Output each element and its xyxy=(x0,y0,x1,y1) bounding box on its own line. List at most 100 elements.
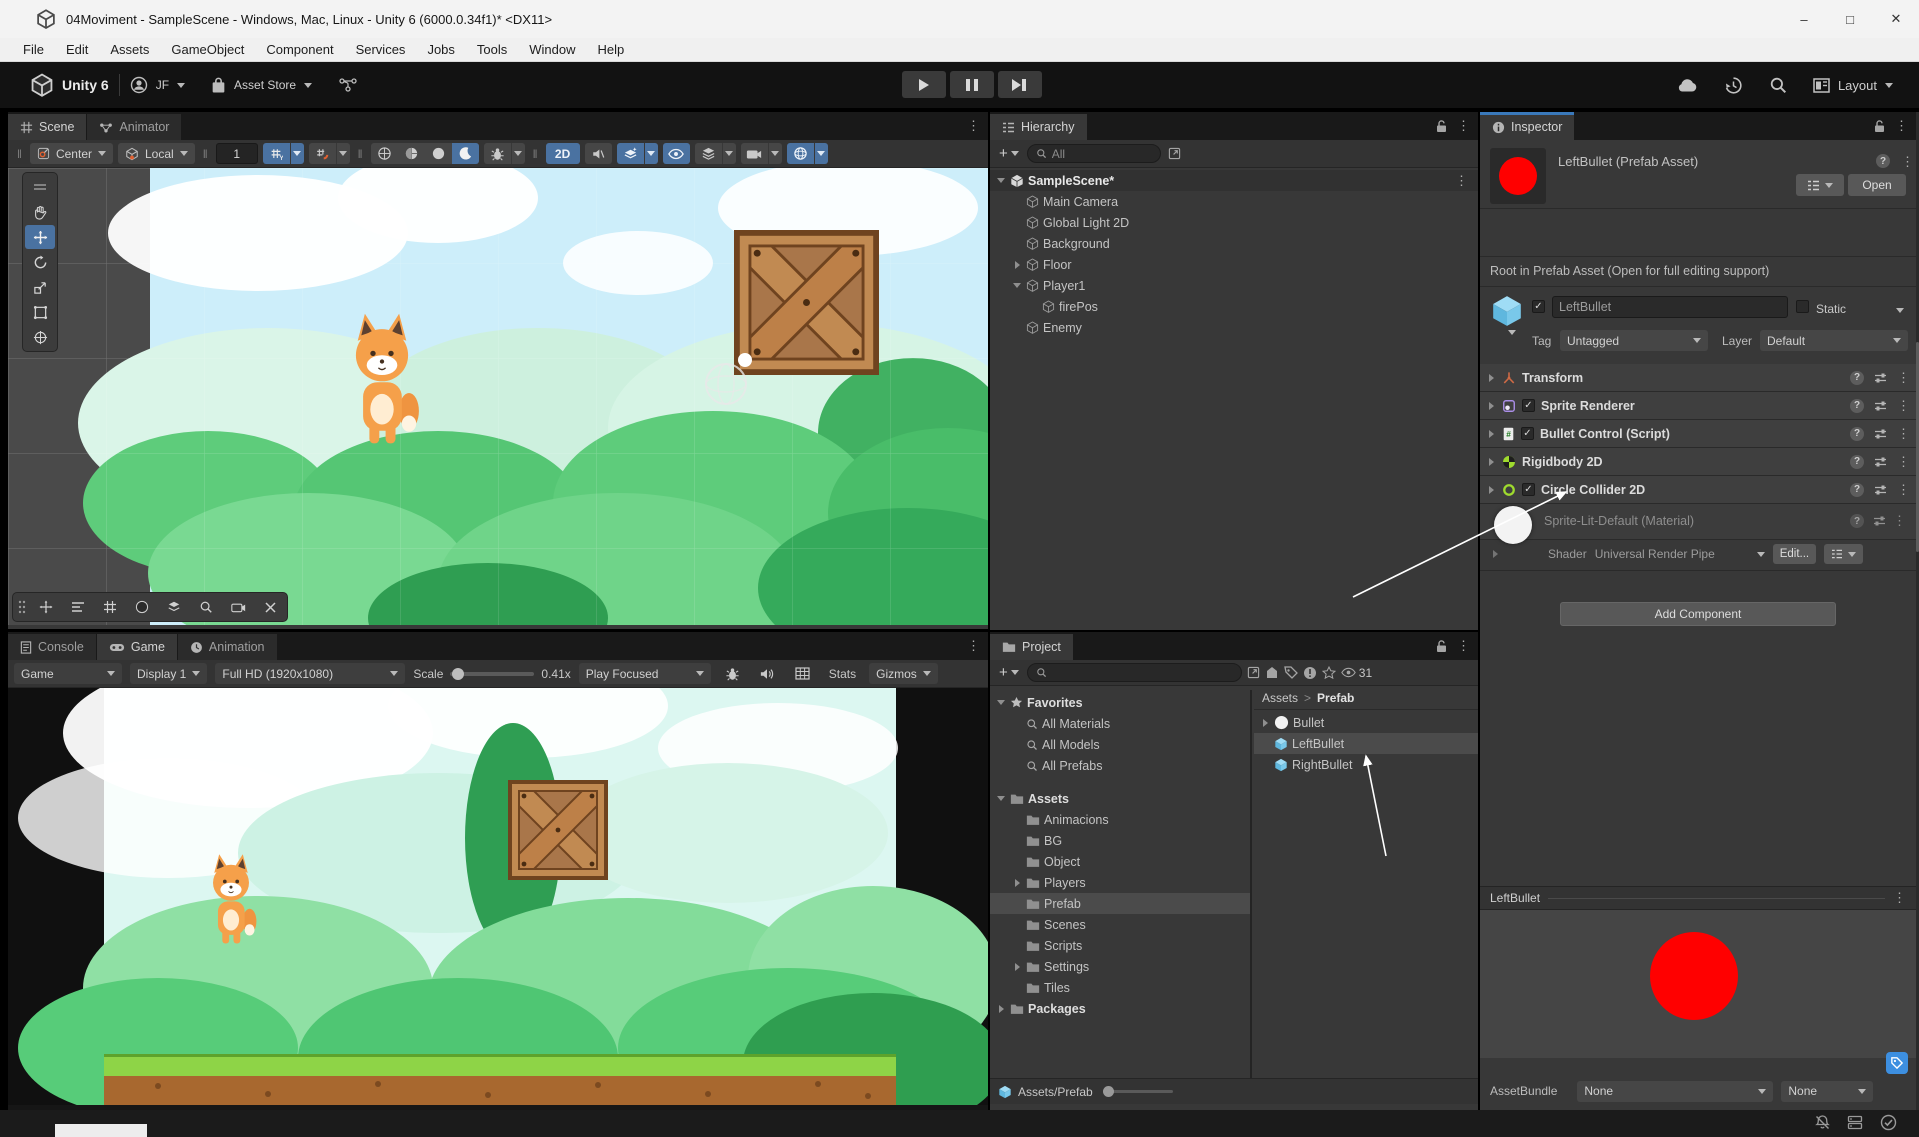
cloud-icon[interactable] xyxy=(1676,77,1698,93)
play-focused-dropdown[interactable]: Play Focused xyxy=(579,663,711,684)
add-object-dropdown[interactable]: + xyxy=(996,145,1022,162)
layers-button[interactable] xyxy=(695,143,722,164)
progress-check-icon[interactable] xyxy=(1880,1114,1897,1131)
alert-icon[interactable] xyxy=(1303,666,1317,680)
menu-services[interactable]: Services xyxy=(345,42,417,57)
gizmos-globe-caret[interactable] xyxy=(814,143,828,164)
scene-tab-scene[interactable]: Scene xyxy=(8,114,87,140)
hierarchy-searchbox[interactable] xyxy=(1027,144,1161,163)
active-checkbox[interactable]: ✓ xyxy=(1532,300,1545,313)
hierarchy-item-floor[interactable]: Floor xyxy=(990,254,1478,275)
favorite-star-icon[interactable] xyxy=(1322,666,1336,680)
shader-edit-button[interactable]: Edit... xyxy=(1773,544,1816,564)
breadcrumb-prefab[interactable]: Prefab xyxy=(1317,691,1354,705)
expander-icon[interactable] xyxy=(996,1004,1006,1014)
menu-edit[interactable]: Edit xyxy=(55,42,99,57)
project-asset-bullet[interactable]: Bullet xyxy=(1254,712,1478,733)
hierarchy-item-player1[interactable]: Player1 xyxy=(990,275,1478,296)
project-search-input[interactable] xyxy=(1052,666,1233,680)
account-dropdown[interactable]: JF xyxy=(130,76,185,94)
component-circle-collider-2d[interactable]: ✓Circle Collider 2D?⋮ xyxy=(1480,476,1916,504)
expander-icon[interactable] xyxy=(996,176,1006,186)
hierarchy-item-samplescene[interactable]: SampleScene*⋮ xyxy=(990,170,1478,191)
help-icon[interactable]: ? xyxy=(1850,371,1864,385)
sphere-subtool[interactable] xyxy=(127,595,157,619)
gizmos-dropdown[interactable]: Gizmos xyxy=(869,663,938,684)
snap-grid-y-button[interactable]: Y xyxy=(263,143,290,164)
lock-icon[interactable] xyxy=(1436,640,1447,653)
asset-store-dropdown[interactable]: Asset Store xyxy=(211,77,312,94)
play-button[interactable] xyxy=(902,71,946,98)
frame-debugger-bug-icon[interactable] xyxy=(719,663,746,684)
prefab-hierarchy-button[interactable] xyxy=(1796,174,1844,196)
assetbundle-dropdown[interactable]: None xyxy=(1577,1081,1773,1102)
scene-camera-caret[interactable] xyxy=(768,143,782,164)
pause-button[interactable] xyxy=(950,71,994,98)
maximize-button[interactable]: □ xyxy=(1827,0,1873,38)
effects-toggle[interactable] xyxy=(617,143,644,164)
history-icon[interactable] xyxy=(1724,76,1743,95)
help-icon[interactable]: ? xyxy=(1850,483,1864,497)
project-folder-players[interactable]: Players xyxy=(990,872,1250,893)
mode-2d-toggle[interactable]: 2D xyxy=(546,143,580,164)
zoom-subtool[interactable] xyxy=(191,595,221,619)
grid-size-input[interactable] xyxy=(216,143,258,164)
shading-lighting-button[interactable] xyxy=(452,143,479,164)
tools-drag-handle[interactable] xyxy=(15,595,29,619)
sprite-packer-icon[interactable] xyxy=(1265,666,1279,679)
presets-icon[interactable] xyxy=(1873,515,1886,527)
presets-icon[interactable] xyxy=(1874,484,1887,496)
shader-list-button[interactable] xyxy=(1824,544,1863,564)
scale-tool[interactable] xyxy=(25,275,55,299)
component-transform[interactable]: Transform?⋮ xyxy=(1480,364,1916,392)
expander-icon[interactable] xyxy=(1486,457,1496,467)
static-caret[interactable] xyxy=(1896,308,1904,313)
material-row[interactable]: Sprite-Lit-Default (Material) ? ⋮ xyxy=(1480,504,1916,540)
scene-tab-animator[interactable]: Animator xyxy=(87,114,182,140)
kebab-icon[interactable]: ⋮ xyxy=(1455,173,1468,189)
hierarchy-menu-icon[interactable]: ⋮ xyxy=(1457,118,1470,134)
component-enabled-checkbox[interactable]: ✓ xyxy=(1522,483,1535,496)
hierarchy-item-main-camera[interactable]: Main Camera xyxy=(990,191,1478,212)
game-target-dropdown[interactable]: Game xyxy=(14,663,122,684)
project-folder-bg[interactable]: BG xyxy=(990,830,1250,851)
debug-bug-button[interactable] xyxy=(484,143,511,164)
menu-jobs[interactable]: Jobs xyxy=(416,42,465,57)
breadcrumb-assets[interactable]: Assets xyxy=(1262,691,1298,705)
orientation-dropdown[interactable]: Local xyxy=(118,143,195,164)
close-button[interactable]: ✕ xyxy=(1873,0,1919,38)
shading-wireframe-button[interactable] xyxy=(371,143,398,164)
snap-grid-y-caret[interactable] xyxy=(290,143,304,164)
static-checkbox[interactable] xyxy=(1796,300,1809,313)
minimize-button[interactable]: – xyxy=(1781,0,1827,38)
help-icon[interactable]: ? xyxy=(1850,427,1864,441)
project-folder-scripts[interactable]: Scripts xyxy=(990,935,1250,956)
shading-shaded-button[interactable] xyxy=(425,143,452,164)
expander-icon[interactable] xyxy=(1012,260,1022,270)
camera-subtool[interactable] xyxy=(223,595,253,619)
effects-caret[interactable] xyxy=(644,143,658,164)
grid-subtool[interactable] xyxy=(95,595,125,619)
toolbar-grip[interactable]: ‖ xyxy=(14,147,25,161)
preview-menu-icon[interactable]: ⋮ xyxy=(1893,890,1906,906)
inspector-menu-icon[interactable]: ⋮ xyxy=(1895,118,1908,134)
presets-icon[interactable] xyxy=(1874,400,1887,412)
align-subtool[interactable] xyxy=(63,595,93,619)
kebab-icon[interactable]: ⋮ xyxy=(1897,454,1910,470)
scene-visibility-eye-button[interactable] xyxy=(663,143,690,164)
cache-server-icon[interactable] xyxy=(1847,1115,1863,1130)
kebab-icon[interactable]: ⋮ xyxy=(1893,513,1906,529)
project-folder-all-prefabs[interactable]: All Prefabs xyxy=(990,755,1250,776)
scale-slider-knob[interactable] xyxy=(452,668,464,680)
scene-panel-menu-icon[interactable]: ⋮ xyxy=(967,118,980,134)
zoom-slider-knob[interactable] xyxy=(1103,1086,1114,1097)
open-in-window-icon[interactable] xyxy=(1168,147,1181,160)
add-component-button[interactable]: Add Component xyxy=(1560,602,1836,626)
search-by-label-icon[interactable] xyxy=(1284,666,1298,679)
vsync-grid-icon[interactable] xyxy=(789,663,816,684)
menu-window[interactable]: Window xyxy=(518,42,586,57)
project-searchbox[interactable] xyxy=(1027,663,1242,682)
project-folder-object[interactable]: Object xyxy=(990,851,1250,872)
tab-project[interactable]: Project xyxy=(990,634,1074,660)
layout-dropdown[interactable]: Layout xyxy=(1813,78,1893,93)
